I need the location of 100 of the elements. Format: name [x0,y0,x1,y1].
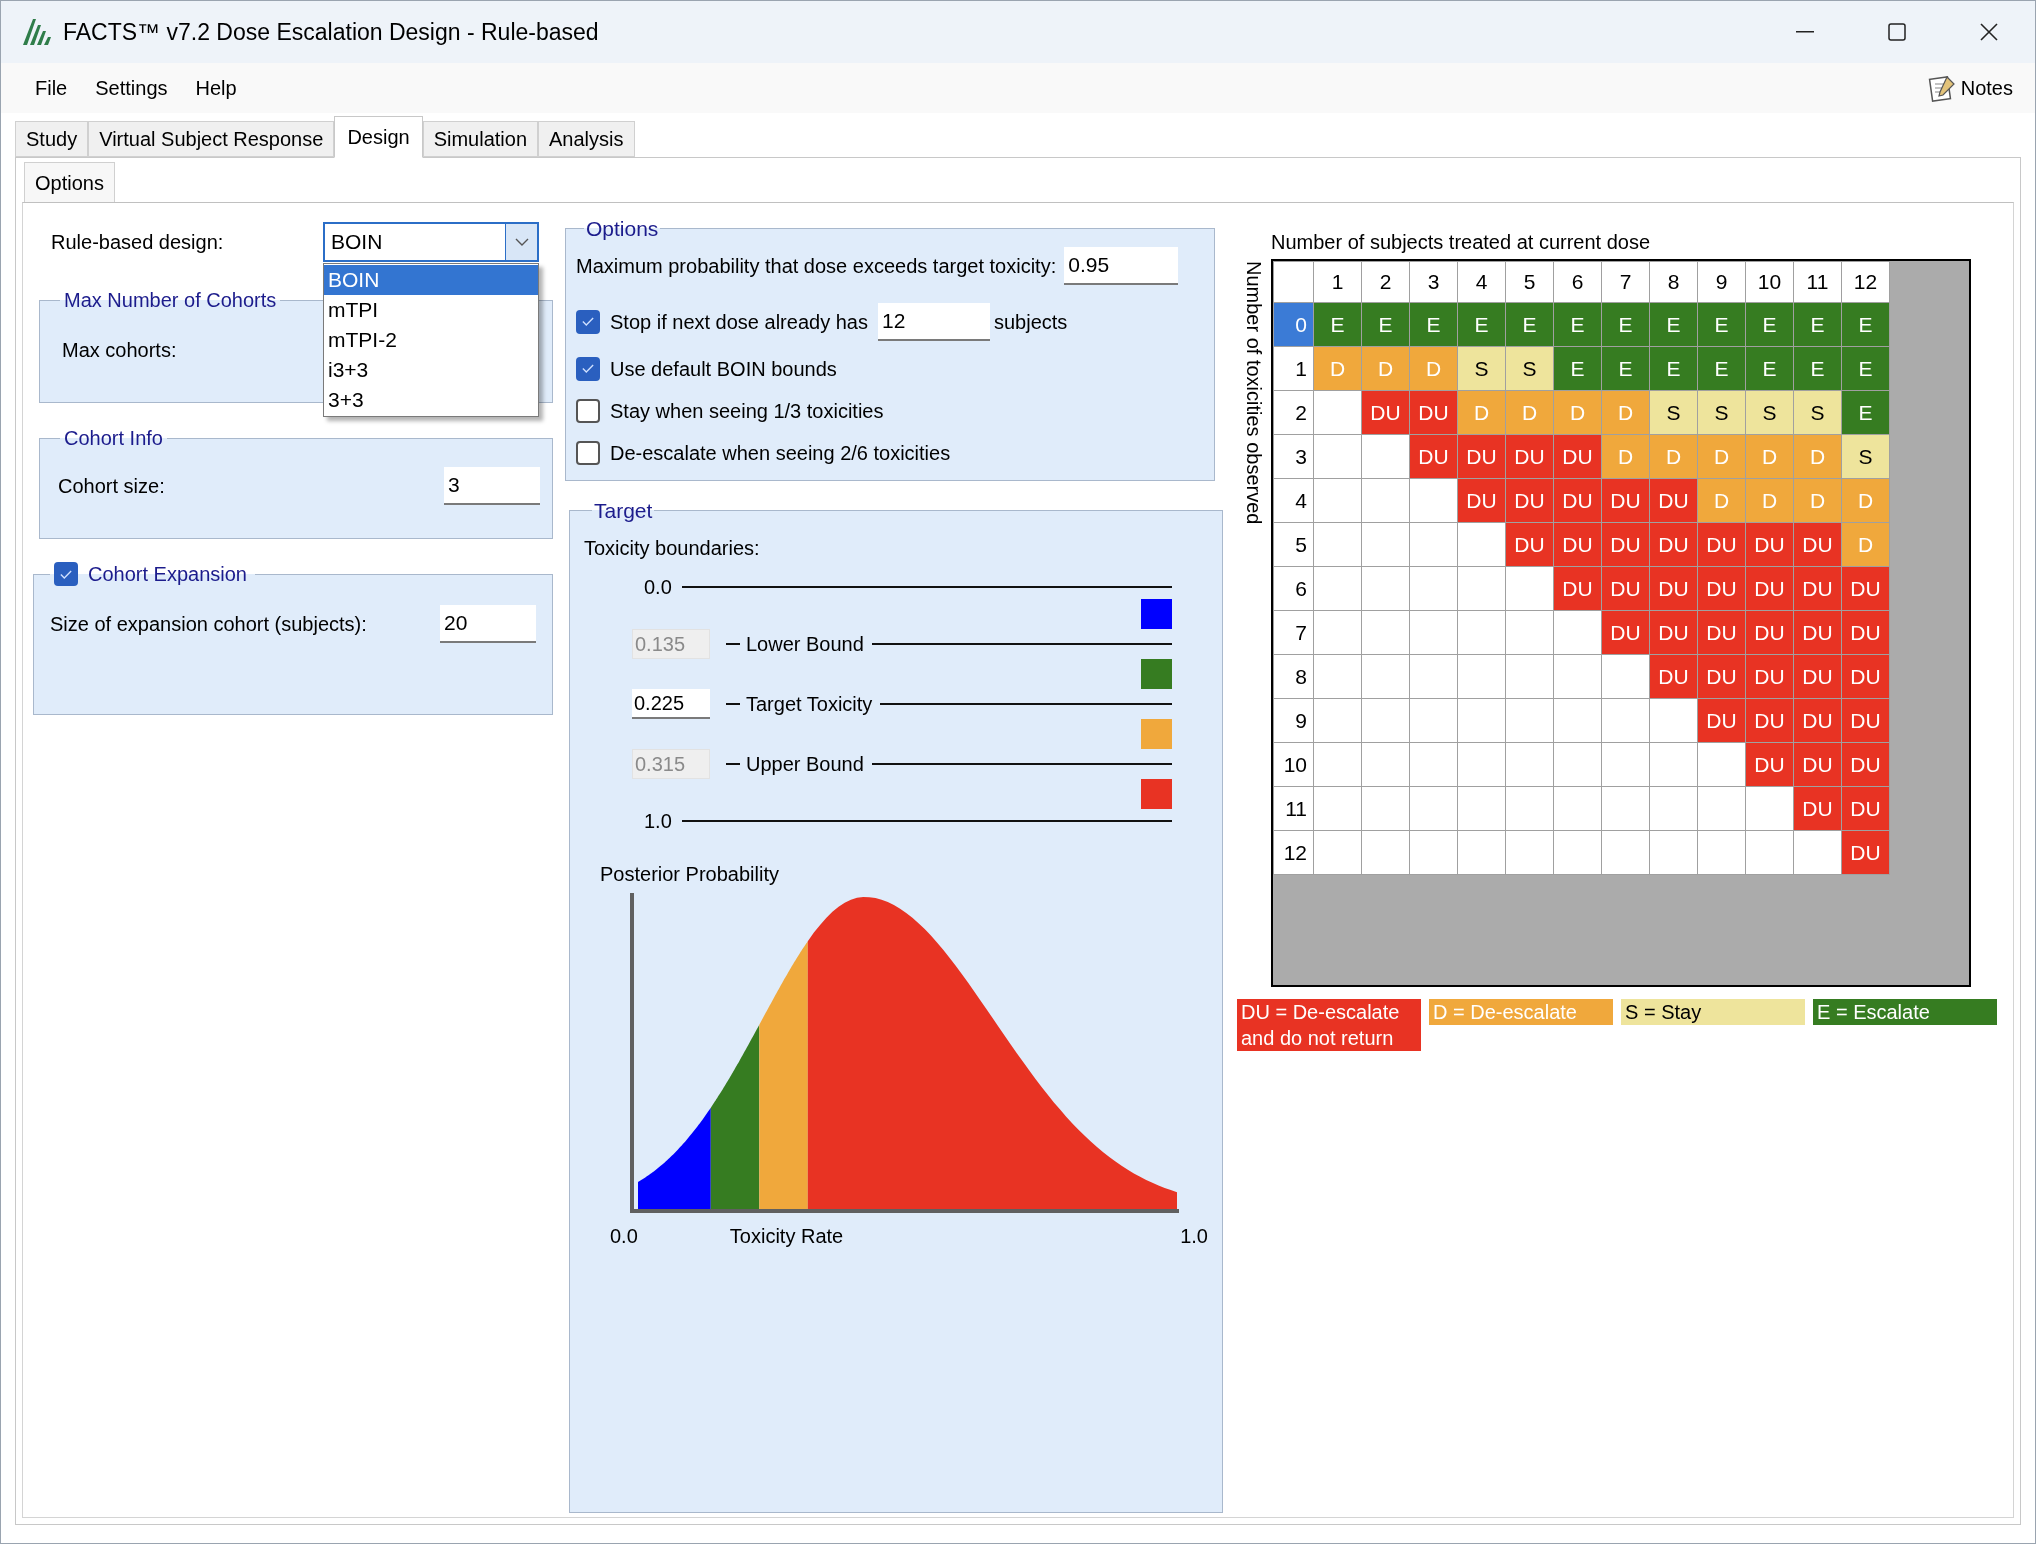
table-cell: DU [1697,522,1746,567]
menu-item[interactable]: File [23,69,80,107]
group-title: Max Number of Cohorts [64,289,277,311]
subject-count-field[interactable]: 12 [877,302,990,341]
tab[interactable]: Study [15,121,89,157]
menu-item[interactable]: Settings [83,69,180,107]
table-cell: E [1841,302,1890,347]
table-cell: DU [1841,610,1890,655]
row-header[interactable]: 1 [1273,346,1314,391]
table-cell: E [1745,302,1794,347]
row-header[interactable]: 11 [1273,786,1314,831]
table-cell: E [1745,346,1794,391]
table-cell: DU [1649,566,1698,611]
table-cell: DU [1745,654,1794,699]
row-header[interactable]: 4 [1273,478,1314,523]
column-header: 1 [1313,261,1362,303]
table-cell: D [1745,478,1794,523]
table-cell: DU [1745,522,1794,567]
checkbox[interactable] [576,309,600,334]
row-header[interactable]: 12 [1273,830,1314,875]
table-title: Number of subjects treated at current dose [1271,231,1651,253]
table-cell: S [1649,390,1698,435]
table-cell: E [1601,302,1650,347]
field-suffix: subjects [993,309,1068,335]
row-header[interactable]: 8 [1273,654,1314,699]
column-header: 10 [1745,261,1794,303]
row-header[interactable]: 10 [1273,742,1314,787]
expansion-size-field[interactable]: 20 [440,605,536,643]
table-cell: DU [1457,478,1506,523]
cohort-size-field[interactable]: 3 [444,467,540,505]
tab[interactable]: Simulation [422,121,539,157]
table-cell: DU [1505,522,1554,567]
group-title: Target [594,499,653,522]
legend-item: DU = De-escalate and do not return [1237,999,1421,1051]
legend-item: S = Stay [1621,999,1805,1025]
dropdown-option[interactable]: mTPI-2 [324,325,538,355]
table-cell: E [1841,346,1890,391]
table-cell: D [1649,434,1698,479]
menu-item[interactable]: Help [183,69,249,107]
table-cell: D [1409,346,1458,391]
table-cell: DU [1553,522,1602,567]
field-label: Rule-based design: [51,230,225,255]
checkbox[interactable] [54,562,78,586]
table-cell: D [1457,390,1506,435]
section-label: Toxicity boundaries: [584,536,760,559]
max-probability-field[interactable]: 0.95 [1064,246,1179,285]
table-cell: D [1361,346,1410,391]
table-cell: S [1745,390,1794,435]
design-dropdown[interactable]: BOIN [323,222,539,262]
tab[interactable]: Virtual Subject Response [88,121,335,157]
boundary-label: Upper Bound [746,751,864,777]
table-cell: E [1697,302,1746,347]
table-cell: DU [1601,478,1650,523]
table-cell: DU [1745,566,1794,611]
checkbox[interactable] [576,440,600,465]
table-cell: S [1841,434,1890,479]
column-header: 12 [1841,261,1890,303]
dropdown-option[interactable]: i3+3 [324,355,538,385]
table-cell: E [1457,302,1506,347]
checkbox[interactable] [576,356,600,381]
row-header[interactable]: 7 [1273,610,1314,655]
table-cell: DU [1553,434,1602,479]
maximize-icon [1888,23,1906,41]
table-cell: E [1697,346,1746,391]
table-cell: DU [1841,566,1890,611]
table-cell: E [1793,302,1842,347]
table-cell: D [1553,390,1602,435]
table-cell: E [1409,302,1458,347]
table-cell: D [1793,478,1842,523]
boundary-value-field[interactable]: 0.225 [632,688,710,719]
table-cell: DU [1649,610,1698,655]
row-header[interactable]: 9 [1273,698,1314,743]
checkbox[interactable] [576,398,600,423]
row-header[interactable]: 3 [1273,434,1314,479]
dropdown-option[interactable]: mTPI [324,295,538,325]
dropdown-arrow-button[interactable] [505,224,537,260]
table-cell: DU [1649,654,1698,699]
tab[interactable]: Design [334,116,423,158]
tab[interactable]: Options [24,162,115,202]
row-header[interactable]: 5 [1273,522,1314,567]
row-header[interactable]: 0 [1273,302,1314,347]
table-cell: DU [1697,698,1746,743]
row-header[interactable]: 2 [1273,390,1314,435]
tab[interactable]: Analysis [538,121,635,157]
table-cell: DU [1649,522,1698,567]
dropdown-option[interactable]: 3+3 [324,385,538,415]
notepad-icon [1926,73,1957,103]
row-header[interactable]: 6 [1273,566,1314,611]
notes-button[interactable]: Notes [1926,73,2013,103]
boundary-label: Lower Bound [746,631,864,657]
table-cell: DU [1745,698,1794,743]
table-cell: DU [1841,742,1890,787]
table-cell: DU [1697,566,1746,611]
table-cell: E [1841,390,1890,435]
dropdown-option[interactable]: BOIN [324,265,538,295]
table-cell: DU [1841,786,1890,831]
table-cell: DU [1505,478,1554,523]
axis-tick-label: 1.0 [1180,1223,1208,1249]
table-cell: DU [1457,434,1506,479]
table-cell: E [1361,302,1410,347]
